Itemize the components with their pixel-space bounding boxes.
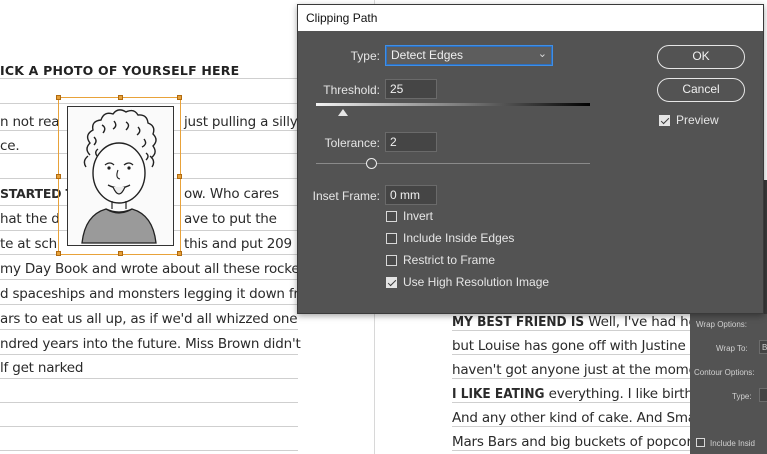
preview-label: Preview	[676, 113, 719, 127]
restrict-to-frame-checkbox[interactable]	[386, 255, 397, 266]
type-label: Type:	[350, 49, 380, 63]
invert-checkbox[interactable]	[386, 211, 397, 222]
tolerance-slider-handle[interactable]	[366, 158, 377, 169]
text-line: ars to eat us all up, as if we'd all whi…	[0, 311, 298, 327]
type-dropdown[interactable]: Detect Edges ⌄	[385, 45, 553, 66]
ruled-line	[452, 426, 692, 427]
photo-frame[interactable]	[56, 95, 182, 256]
dialog-title: Clipping Path	[306, 11, 378, 25]
ruled-line	[0, 304, 298, 305]
resize-handle[interactable]	[177, 95, 182, 100]
portrait-drawing	[81, 109, 157, 244]
text-line: ow. Who cares	[184, 186, 279, 202]
ruled-line	[452, 450, 692, 451]
text-line: n not rea	[0, 114, 60, 130]
resize-handle[interactable]	[177, 251, 182, 256]
wrap-to-select[interactable]: B	[759, 340, 767, 354]
text-span: And any other kind of cake. And Smar	[452, 410, 702, 426]
ruled-line	[0, 279, 298, 280]
ruled-line	[0, 402, 298, 403]
text-line: ndred years into the future. Miss Brown …	[0, 336, 301, 352]
inset-frame-label: Inset Frame:	[312, 189, 380, 203]
text-line: te at sch	[0, 236, 57, 252]
text-span: Mars Bars and big buckets of popcorn	[452, 434, 700, 450]
preview-checkbox[interactable]	[659, 115, 670, 126]
contour-type-label: Type:	[732, 392, 752, 401]
cancel-button[interactable]: Cancel	[657, 78, 745, 102]
ruled-line	[0, 450, 298, 451]
text-span: haven't got anyone just at the momen	[452, 362, 706, 378]
contour-options-label: Contour Options:	[694, 368, 755, 377]
resize-handle[interactable]	[118, 95, 123, 100]
ruled-line	[0, 78, 298, 79]
ok-button[interactable]: OK	[657, 45, 745, 69]
text-line: just pulling a silly	[184, 114, 298, 130]
include-inside-edges-label: Include Inside Edges	[403, 231, 515, 245]
text-line: I LIKE EATING everything. I like birthda…	[452, 386, 728, 402]
text-bold: I LIKE EATING	[452, 386, 545, 402]
text-line: hat the d	[0, 211, 60, 227]
resize-handle[interactable]	[56, 95, 61, 100]
use-high-resolution-label: Use High Resolution Image	[403, 275, 550, 289]
invert-label: Invert	[403, 209, 434, 223]
photo-heading: ICK A PHOTO OF YOURSELF HERE	[0, 63, 240, 78]
threshold-input[interactable]: 25	[385, 79, 437, 99]
text-line: ave to put the	[184, 211, 277, 227]
text-line: but Louise has gone off with Justine a	[452, 338, 698, 354]
inset-frame-input[interactable]: 0 mm	[385, 185, 437, 205]
ruled-line	[452, 330, 692, 331]
restrict-to-frame-label: Restrict to Frame	[403, 253, 496, 267]
use-high-resolution-checkbox[interactable]	[386, 277, 397, 288]
threshold-label: Threshold:	[323, 83, 380, 97]
text-line: haven't got anyone just at the momen	[452, 362, 705, 378]
tolerance-slider-track[interactable]	[316, 163, 590, 164]
text-line: this and put 209	[184, 236, 292, 252]
wrap-to-label: Wrap To:	[716, 344, 748, 353]
include-inside-checkbox[interactable]	[696, 438, 705, 447]
portrait-image	[67, 106, 174, 246]
ruled-line	[0, 329, 298, 330]
wrap-to-value: B	[762, 343, 767, 352]
text-span: but Louise has gone off with Justine a	[452, 338, 698, 354]
text-wrap-panel: Wrap Options: Wrap To: B Contour Options…	[690, 311, 767, 454]
ruled-line	[0, 426, 298, 427]
resize-handle[interactable]	[118, 251, 123, 256]
text-line: lf get narked	[0, 360, 84, 376]
tolerance-input[interactable]: 2	[385, 132, 437, 152]
text-bold: MY BEST FRIEND IS	[452, 314, 585, 330]
threshold-slider-handle[interactable]	[338, 109, 348, 116]
ruled-line	[452, 378, 692, 379]
ruled-line	[0, 354, 298, 355]
contour-type-select[interactable]	[759, 388, 767, 402]
resize-handle[interactable]	[56, 174, 61, 179]
include-inside-label: Include Insid	[710, 439, 755, 448]
tolerance-label: Tolerance:	[324, 136, 380, 150]
clipping-path-dialog: Clipping Path Type: Detect Edges ⌄ Thres…	[297, 4, 764, 314]
text-line: my Day Book and wrote about all these ro…	[0, 261, 312, 277]
text-line: d spaceships and monsters legging it dow…	[0, 286, 320, 302]
ruled-line	[452, 402, 692, 403]
text-line: And any other kind of cake. And Smar	[452, 410, 701, 426]
include-inside-edges-checkbox[interactable]	[386, 233, 397, 244]
threshold-slider-track[interactable]	[316, 103, 590, 106]
ruled-line	[452, 354, 692, 355]
text-line: Mars Bars and big buckets of popcorn	[452, 434, 700, 450]
wrap-options-label: Wrap Options:	[696, 320, 747, 329]
type-value: Detect Edges	[391, 48, 464, 62]
dialog-titlebar[interactable]: Clipping Path	[298, 5, 763, 31]
ruled-line	[0, 378, 298, 379]
text-line: ce.	[0, 138, 20, 154]
resize-handle[interactable]	[177, 174, 182, 179]
resize-handle[interactable]	[56, 251, 61, 256]
chevron-down-icon: ⌄	[537, 48, 547, 60]
